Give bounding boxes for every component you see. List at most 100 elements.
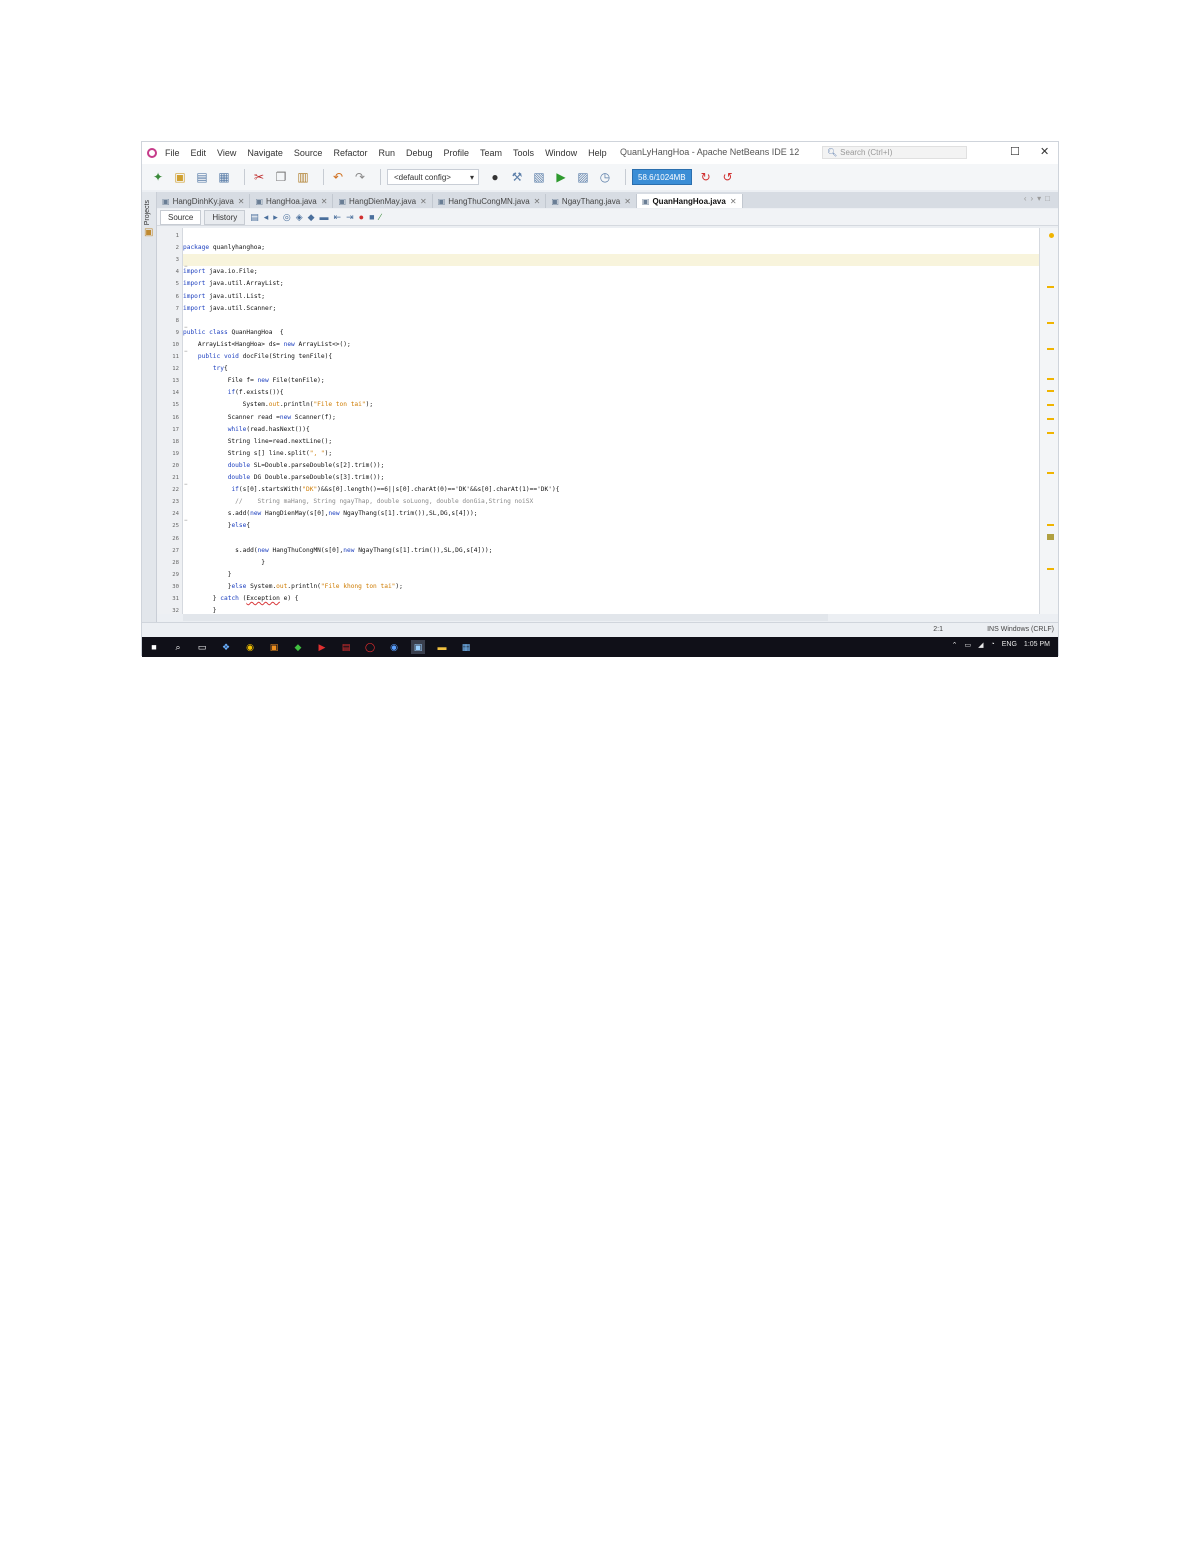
code-line[interactable] (183, 533, 1040, 545)
copy-icon[interactable]: ❐ (273, 169, 289, 185)
build-hammer-icon[interactable]: ⚒ (509, 169, 525, 185)
tab-hanghoa[interactable]: ▣ HangHoa.java ✕ (250, 194, 334, 208)
menu-source[interactable]: Source (294, 148, 323, 158)
opera-icon[interactable]: ◯ (363, 640, 377, 654)
shift-right-icon[interactable]: ⇥ (346, 212, 354, 223)
toggle-highlight-icon[interactable]: ▬ (320, 212, 329, 222)
warning-mark[interactable] (1047, 348, 1054, 350)
code-line[interactable]: package quanlyhanghoa; (183, 242, 1040, 254)
code-line[interactable]: File f= new File(tenFile); (183, 375, 1040, 387)
code-line[interactable]: } (183, 605, 1040, 614)
warning-mark[interactable] (1047, 524, 1054, 526)
taskbar-app-icon[interactable]: ◉ (387, 640, 401, 654)
fold-toggle-icon[interactable]: − (184, 325, 188, 331)
tab-hangdienmay[interactable]: ▣ HangDienMay.java ✕ (333, 194, 433, 208)
warning-mark[interactable] (1047, 418, 1054, 420)
code-line[interactable]: }else{ (183, 520, 1040, 532)
code-line[interactable]: } catch (Exception e) { (183, 593, 1040, 605)
warning-mark[interactable] (1047, 472, 1054, 474)
cut-icon[interactable]: ✂ (251, 169, 267, 185)
last-edit-icon[interactable]: ▤ (250, 212, 259, 223)
settings-gear-icon[interactable]: ● (487, 169, 503, 185)
maximize-button[interactable]: ☐ (1010, 145, 1020, 158)
new-project-icon[interactable]: ✦ (150, 169, 166, 185)
code-line[interactable]: import java.util.List; (183, 291, 1040, 303)
warning-mark[interactable] (1047, 378, 1054, 380)
code-line[interactable]: s.add(new HangDienMay(s[0],new NgayThang… (183, 508, 1040, 520)
taskbar-app-icon[interactable]: ❖ (219, 640, 233, 654)
code-line[interactable]: double SL=Double.parseDouble(s[2].trim()… (183, 460, 1040, 472)
code-line[interactable]: import java.io.File; (183, 266, 1040, 278)
menu-profile[interactable]: Profile (444, 148, 470, 158)
menu-run[interactable]: Run (378, 148, 395, 158)
code-line[interactable]: try{ (183, 363, 1040, 375)
taskbar-app-icon[interactable]: ◆ (291, 640, 305, 654)
fold-toggle-icon[interactable]: − (184, 482, 188, 488)
gc-icon[interactable]: ↻ (698, 169, 714, 185)
code-line[interactable] (183, 315, 1040, 327)
code-line[interactable]: import java.util.ArrayList; (183, 278, 1040, 290)
menu-team[interactable]: Team (480, 148, 502, 158)
open-project-icon[interactable]: ▤ (194, 169, 210, 185)
warning-mark[interactable] (1047, 432, 1054, 434)
new-file-icon[interactable]: ▣ (172, 169, 188, 185)
redo-icon[interactable]: ↷ (352, 169, 368, 185)
warning-mark[interactable] (1047, 322, 1054, 324)
menu-refactor[interactable]: Refactor (333, 148, 367, 158)
tab-hangdinhky[interactable]: ▣ HangDinhKy.java ✕ (157, 194, 251, 208)
shift-left-icon[interactable]: ⇤ (334, 212, 342, 223)
code-line[interactable] (183, 230, 1040, 242)
code-editor[interactable]: package quanlyhanghoa; import java.io.Fil… (183, 228, 1040, 614)
taskbar-app-icon[interactable]: ▶ (315, 640, 329, 654)
back-icon[interactable]: ◂ (264, 212, 269, 223)
code-line[interactable]: import java.util.Scanner; (183, 303, 1040, 315)
menu-tools[interactable]: Tools (513, 148, 534, 158)
battery-icon[interactable]: ▭ (965, 641, 972, 649)
tab-history[interactable]: History (204, 209, 246, 225)
language-indicator[interactable]: ENG (1002, 641, 1017, 649)
warning-summary-icon[interactable] (1049, 233, 1054, 238)
menu-help[interactable]: Help (588, 148, 607, 158)
debug-icon[interactable]: ▨ (575, 169, 591, 185)
warning-mark[interactable] (1047, 568, 1054, 570)
macro-record-icon[interactable]: ● (359, 212, 364, 222)
tab-scroll-arrows[interactable]: ‹›▾□ (1024, 194, 1054, 203)
chrome-icon[interactable]: ◉ (243, 640, 257, 654)
paste-icon[interactable]: ▥ (295, 169, 311, 185)
code-line[interactable]: // String maHang, String ngayThap, doubl… (183, 496, 1040, 508)
forward-icon[interactable]: ▸ (273, 212, 278, 223)
find-next-icon[interactable]: ◆ (308, 212, 315, 223)
macro-stop-icon[interactable]: ■ (369, 212, 374, 222)
code-line[interactable]: public void docFile(String tenFile){ (183, 351, 1040, 363)
start-windows-icon[interactable]: ■ (147, 640, 161, 654)
run-icon[interactable]: ▶ (553, 169, 569, 185)
tab-quanhanghoa[interactable]: ▣ QuanHangHoa.java ✕ (636, 194, 743, 208)
close-icon[interactable]: ✕ (534, 197, 541, 206)
warning-mark[interactable] (1047, 404, 1054, 406)
find-icon[interactable]: ◎ (283, 212, 291, 223)
close-icon[interactable]: ✕ (321, 197, 328, 206)
code-line[interactable]: String line=read.nextLine(); (183, 436, 1040, 448)
fold-toggle-icon[interactable]: − (184, 349, 188, 355)
pdf-reader-icon[interactable]: ▤ (339, 640, 353, 654)
code-line[interactable]: Scanner read =new Scanner(f); (183, 412, 1040, 424)
clock[interactable]: 1:05 PM (1024, 641, 1050, 649)
fold-toggle-icon[interactable]: − (184, 264, 188, 270)
fold-toggle-icon[interactable]: − (184, 518, 188, 524)
code-line[interactable]: } (183, 557, 1040, 569)
close-icon[interactable]: ✕ (420, 197, 427, 206)
code-line[interactable]: } (183, 569, 1040, 581)
error-stripe[interactable] (1039, 228, 1058, 614)
code-line[interactable]: while(read.hasNext()){ (183, 424, 1040, 436)
file-explorer-icon[interactable]: ▬ (435, 640, 449, 654)
close-icon[interactable]: ✕ (624, 197, 631, 206)
menu-file[interactable]: File (165, 148, 180, 158)
tray-chevron-icon[interactable]: ⌃ (952, 641, 958, 649)
code-line[interactable] (183, 254, 1040, 267)
find-prev-icon[interactable]: ◈ (296, 212, 303, 223)
menu-navigate[interactable]: Navigate (247, 148, 283, 158)
network-icon[interactable]: ◢ (978, 641, 983, 649)
menu-window[interactable]: Window (545, 148, 577, 158)
code-line[interactable]: System.out.println("File ton tai"); (183, 399, 1040, 411)
warning-mark[interactable] (1047, 286, 1054, 288)
